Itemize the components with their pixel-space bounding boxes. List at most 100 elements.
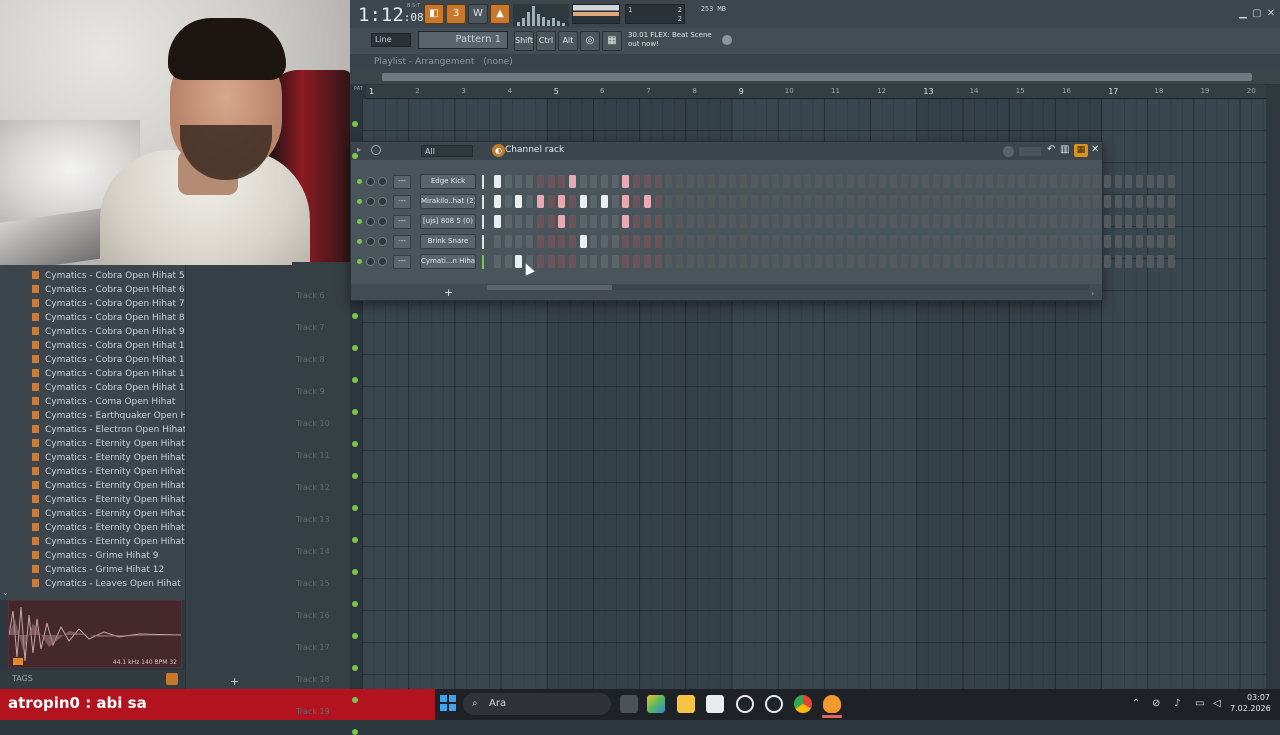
step-button[interactable]	[718, 255, 726, 268]
step-button[interactable]	[772, 215, 780, 228]
step-button[interactable]	[1071, 235, 1079, 248]
step-button[interactable]	[675, 235, 683, 248]
step-button[interactable]	[1125, 235, 1133, 248]
step-button[interactable]	[804, 175, 812, 188]
track-label[interactable]: Track 13	[296, 515, 330, 524]
step-button[interactable]	[1114, 235, 1122, 248]
step-button[interactable]	[665, 235, 673, 248]
step-button[interactable]	[697, 255, 705, 268]
channel-name-button[interactable]: [ujs] 808 5 (0)	[420, 214, 476, 229]
alt-key[interactable]: Alt	[558, 31, 578, 51]
undo-icon[interactable]: ↶	[1047, 144, 1055, 155]
step-button[interactable]	[750, 175, 758, 188]
step-button[interactable]	[633, 175, 641, 188]
step-button[interactable]	[547, 235, 555, 248]
track-mute-led[interactable]	[352, 441, 358, 447]
step-button[interactable]	[1018, 215, 1026, 228]
step-button[interactable]	[1007, 215, 1015, 228]
step-button[interactable]	[547, 215, 555, 228]
step-button[interactable]	[1029, 195, 1036, 208]
wait-icon[interactable]: W	[468, 4, 488, 24]
steelseries-icon[interactable]	[736, 695, 754, 713]
browser-item[interactable]: Cymatics - Earthquaker Open Hihat	[32, 409, 205, 423]
step-button[interactable]	[558, 175, 566, 188]
step-button[interactable]	[932, 215, 940, 228]
step-button[interactable]	[847, 195, 855, 208]
step-button[interactable]	[494, 235, 501, 248]
step-button[interactable]	[815, 175, 822, 188]
step-button[interactable]	[1061, 255, 1069, 268]
step-button[interactable]	[1039, 195, 1047, 208]
browser-item[interactable]: Cymatics - Leaves Open Hihat	[32, 577, 181, 591]
step-button[interactable]	[1007, 175, 1015, 188]
step-button[interactable]	[1114, 195, 1122, 208]
step-button[interactable]	[996, 255, 1004, 268]
step-button[interactable]	[889, 255, 897, 268]
step-button[interactable]	[590, 235, 598, 248]
browser-item[interactable]: Cymatics - Cobra Open Hihat 7	[32, 297, 185, 311]
track-label[interactable]: Track 19	[296, 707, 330, 716]
minimize-icon[interactable]: ▁	[1236, 8, 1250, 20]
step-button[interactable]	[1050, 175, 1058, 188]
step-button[interactable]	[1136, 195, 1143, 208]
step-button[interactable]	[900, 195, 908, 208]
fl-studio-icon[interactable]	[823, 695, 841, 713]
volume-knob[interactable]	[378, 237, 387, 246]
step-button[interactable]	[1146, 235, 1154, 248]
track-label[interactable]: Track 15	[296, 579, 330, 588]
step-button[interactable]	[1168, 215, 1176, 228]
store-icon[interactable]	[706, 695, 724, 713]
step-button[interactable]	[761, 215, 769, 228]
browser-item[interactable]: Cymatics - Eternity Open Hihat 6	[32, 507, 193, 521]
step-button[interactable]	[515, 175, 523, 188]
browser-item[interactable]: Cymatics - Cobra Open Hihat 8	[32, 311, 185, 325]
step-button[interactable]	[1039, 215, 1047, 228]
step-button[interactable]	[579, 235, 587, 248]
track-mute-led[interactable]	[352, 729, 358, 735]
track-mute-led[interactable]	[352, 505, 358, 511]
pan-knob[interactable]	[366, 177, 375, 186]
step-button[interactable]	[611, 235, 619, 248]
step-button[interactable]	[568, 235, 576, 248]
step-button[interactable]	[868, 175, 876, 188]
step-button[interactable]	[1093, 235, 1101, 248]
browser-item[interactable]: Cymatics - Eternity Open Hihat 7	[32, 521, 193, 535]
step-button[interactable]	[568, 175, 576, 188]
track-label[interactable]: Track 10	[296, 419, 330, 428]
step-button[interactable]	[686, 175, 694, 188]
step-button[interactable]	[579, 215, 587, 228]
step-button[interactable]	[804, 215, 812, 228]
step-button[interactable]	[782, 195, 790, 208]
step-button[interactable]	[847, 235, 855, 248]
step-button[interactable]	[1007, 255, 1015, 268]
step-button[interactable]	[729, 195, 737, 208]
mixer-track-selector[interactable]: ---	[393, 175, 411, 189]
step-button[interactable]	[750, 235, 758, 248]
step-button[interactable]	[750, 195, 758, 208]
step-button[interactable]	[964, 195, 972, 208]
track-mute-led[interactable]	[352, 409, 358, 415]
scroll-right-icon[interactable]: ›	[1091, 289, 1094, 298]
step-button[interactable]	[601, 255, 608, 268]
step-button[interactable]	[996, 215, 1004, 228]
step-button[interactable]	[643, 215, 651, 228]
step-button[interactable]	[911, 235, 919, 248]
step-button[interactable]	[515, 195, 523, 208]
step-button[interactable]	[1018, 235, 1026, 248]
step-button[interactable]	[654, 195, 662, 208]
step-button[interactable]	[494, 255, 501, 268]
system-clock[interactable]: 03:07 7.02.2026	[1230, 692, 1271, 714]
step-button[interactable]	[1168, 235, 1176, 248]
step-button[interactable]	[718, 175, 726, 188]
step-button[interactable]	[1136, 215, 1143, 228]
step-button[interactable]	[729, 235, 737, 248]
browser-item[interactable]: Cymatics - Eternity Open Hihat 1	[32, 437, 193, 451]
step-button[interactable]	[708, 255, 715, 268]
step-button[interactable]	[954, 175, 962, 188]
step-button[interactable]	[558, 235, 566, 248]
mixer-track-selector[interactable]: ---	[393, 195, 411, 209]
step-button[interactable]	[782, 175, 790, 188]
step-button[interactable]	[900, 255, 908, 268]
step-button[interactable]	[857, 195, 865, 208]
step-button[interactable]	[1136, 255, 1143, 268]
